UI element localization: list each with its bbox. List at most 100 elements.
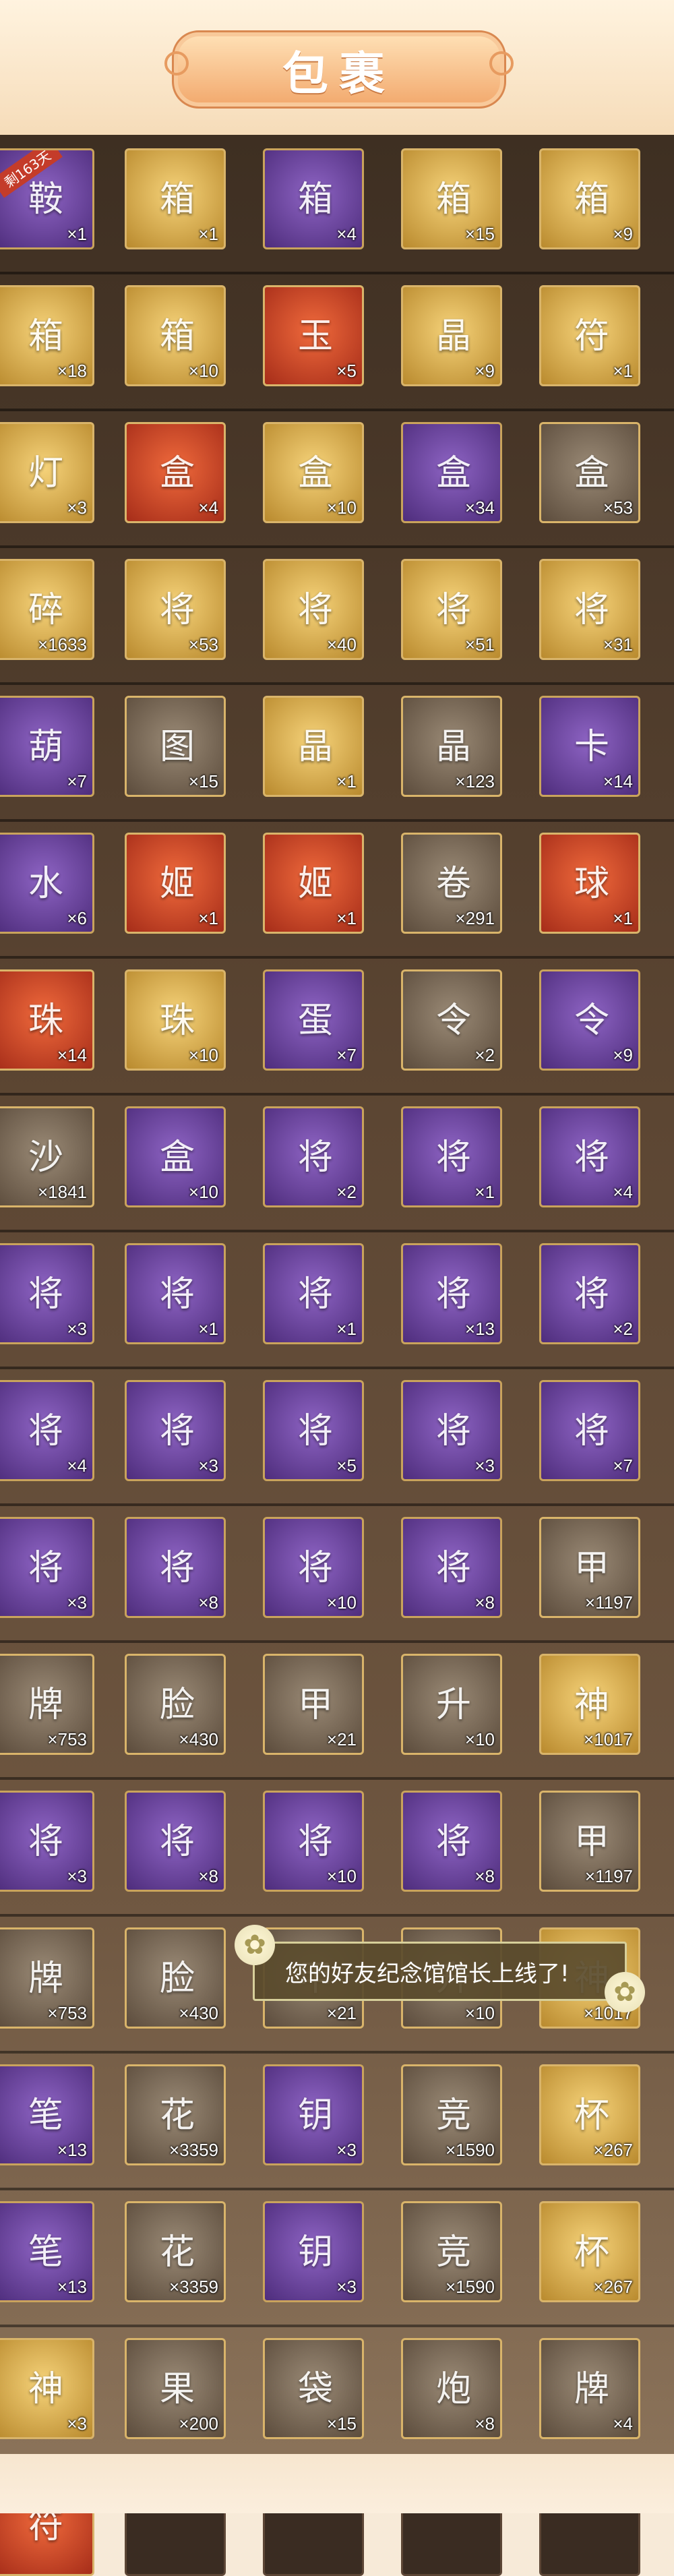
item-slot[interactable]: 珠 ×10 <box>125 969 226 1071</box>
item-slot[interactable]: 箱 ×4 <box>263 148 364 249</box>
item-slot[interactable]: 晶 ×9 <box>401 285 502 386</box>
item-slot[interactable]: 钥 ×3 <box>263 2201 364 2302</box>
item-quantity: ×3359 <box>168 2277 218 2297</box>
item-slot[interactable]: 箱 ×1 <box>125 148 226 249</box>
item-slot[interactable]: 将 ×1 <box>263 1243 364 1344</box>
item-slot[interactable]: 令 ×2 <box>401 969 502 1071</box>
item-icon: 花 <box>159 2095 195 2136</box>
item-icon: 盒 <box>159 452 195 493</box>
item-slot[interactable]: 晶 ×123 <box>401 696 502 797</box>
item-slot[interactable]: 杯 ×267 <box>539 2064 640 2165</box>
item-slot[interactable]: 姬 ×1 <box>125 833 226 934</box>
item-slot[interactable]: 图 ×15 <box>125 696 226 797</box>
item-slot[interactable]: 将 ×3 <box>0 1243 94 1344</box>
item-quantity: ×4 <box>613 2414 633 2434</box>
item-quantity: ×430 <box>179 2003 218 2023</box>
item-slot[interactable]: 将 ×3 <box>125 1380 226 1481</box>
item-slot[interactable]: 箱 ×10 <box>125 285 226 386</box>
item-slot[interactable]: 将 ×8 <box>401 1791 502 1892</box>
item-icon: 将 <box>297 589 333 630</box>
item-slot[interactable]: 果 ×200 <box>125 2338 226 2439</box>
item-slot[interactable]: 花 ×3359 <box>125 2064 226 2165</box>
item-slot[interactable]: 甲 ×21 <box>263 1654 364 1755</box>
item-slot[interactable]: 将 ×4 <box>539 1106 640 1207</box>
item-slot[interactable]: 将 ×3 <box>401 1380 502 1481</box>
item-slot[interactable]: 将 ×8 <box>125 1517 226 1618</box>
item-slot[interactable]: 将 ×3 <box>0 1517 94 1618</box>
item-slot[interactable]: 牌 ×753 <box>0 1927 94 2029</box>
item-slot[interactable]: 珠 ×14 <box>0 969 94 1071</box>
item-quantity: ×51 <box>464 634 495 655</box>
item-slot[interactable]: 将 ×2 <box>539 1243 640 1344</box>
item-slot[interactable]: 水 ×6 <box>0 833 94 934</box>
item-slot[interactable]: 箱 ×9 <box>539 148 640 249</box>
item-slot[interactable]: 令 ×9 <box>539 969 640 1071</box>
item-quantity: ×8 <box>198 1592 218 1613</box>
item-slot[interactable]: 将 ×8 <box>125 1791 226 1892</box>
item-slot[interactable]: 牌 ×4 <box>539 2338 640 2439</box>
item-quantity: ×1 <box>474 1182 495 1202</box>
row-divider <box>0 2325 674 2327</box>
item-slot[interactable]: 袋 ×15 <box>263 2338 364 2439</box>
item-slot[interactable]: 箱 ×15 <box>401 148 502 249</box>
item-slot[interactable]: 将 ×3 <box>0 1791 94 1892</box>
item-slot[interactable]: 晶 ×1 <box>263 696 364 797</box>
row-divider <box>0 956 674 959</box>
item-slot[interactable]: 卡 ×14 <box>539 696 640 797</box>
item-slot[interactable]: 将 ×10 <box>263 1517 364 1618</box>
item-slot[interactable]: 碎 ×1633 <box>0 559 94 660</box>
item-slot[interactable]: 将 ×8 <box>401 1517 502 1618</box>
item-slot[interactable]: 脸 ×430 <box>125 1927 226 2029</box>
row-divider <box>0 1367 674 1369</box>
item-slot[interactable]: 甲 ×1197 <box>539 1791 640 1892</box>
item-slot[interactable]: 姬 ×1 <box>263 833 364 934</box>
item-slot[interactable]: 符 ×1 <box>539 285 640 386</box>
item-slot[interactable]: 将 ×7 <box>539 1380 640 1481</box>
item-slot[interactable]: 将 ×2 <box>263 1106 364 1207</box>
item-slot[interactable]: 盒 ×34 <box>401 422 502 523</box>
item-slot[interactable]: 竞 ×1590 <box>401 2201 502 2302</box>
item-slot[interactable]: 升 ×10 <box>401 1654 502 1755</box>
item-slot[interactable]: 将 ×1 <box>401 1106 502 1207</box>
item-icon: 符 <box>574 316 609 357</box>
item-quantity: ×753 <box>47 1729 87 1749</box>
item-slot[interactable]: 甲 ×1197 <box>539 1517 640 1618</box>
item-slot[interactable]: 将 ×13 <box>401 1243 502 1344</box>
item-slot[interactable]: 钥 ×3 <box>263 2064 364 2165</box>
item-quantity: ×1633 <box>37 634 87 655</box>
item-slot[interactable]: 蛋 ×7 <box>263 969 364 1071</box>
item-slot[interactable]: 玉 ×5 <box>263 285 364 386</box>
item-slot[interactable]: 盒 ×53 <box>539 422 640 523</box>
item-slot[interactable]: 神 ×1017 <box>539 1654 640 1755</box>
item-slot[interactable]: 将 ×51 <box>401 559 502 660</box>
item-slot[interactable]: 将 ×31 <box>539 559 640 660</box>
item-quantity: ×10 <box>326 1592 357 1613</box>
item-slot[interactable]: 盒 ×10 <box>263 422 364 523</box>
item-slot[interactable]: 炮 ×8 <box>401 2338 502 2439</box>
item-slot[interactable]: 将 ×53 <box>125 559 226 660</box>
item-slot[interactable]: 葫 ×7 <box>0 696 94 797</box>
row-divider <box>0 819 674 822</box>
item-slot[interactable]: 灯 ×3 <box>0 422 94 523</box>
item-slot[interactable]: 将 ×5 <box>263 1380 364 1481</box>
item-slot[interactable]: 将 ×1 <box>125 1243 226 1344</box>
item-slot[interactable]: 杯 ×267 <box>539 2201 640 2302</box>
item-slot[interactable]: 盒 ×4 <box>125 422 226 523</box>
item-slot[interactable]: 箱 ×18 <box>0 285 94 386</box>
item-slot[interactable]: 脸 ×430 <box>125 1654 226 1755</box>
item-slot[interactable]: 笔 ×13 <box>0 2201 94 2302</box>
item-slot[interactable]: 竞 ×1590 <box>401 2064 502 2165</box>
item-slot[interactable]: 沙 ×1841 <box>0 1106 94 1207</box>
item-slot[interactable]: 将 ×40 <box>263 559 364 660</box>
item-icon: 将 <box>435 1137 471 1178</box>
item-slot[interactable]: 花 ×3359 <box>125 2201 226 2302</box>
item-slot[interactable]: 将 ×10 <box>263 1791 364 1892</box>
item-slot[interactable]: 将 ×4 <box>0 1380 94 1481</box>
item-slot[interactable]: 鞍剩163天 ×1 <box>0 148 94 249</box>
item-slot[interactable]: 笔 ×13 <box>0 2064 94 2165</box>
item-slot[interactable]: 牌 ×753 <box>0 1654 94 1755</box>
item-slot[interactable]: 神 ×3 <box>0 2338 94 2439</box>
item-slot[interactable]: 卷 ×291 <box>401 833 502 934</box>
item-slot[interactable]: 球 ×1 <box>539 833 640 934</box>
item-slot[interactable]: 盒 ×10 <box>125 1106 226 1207</box>
